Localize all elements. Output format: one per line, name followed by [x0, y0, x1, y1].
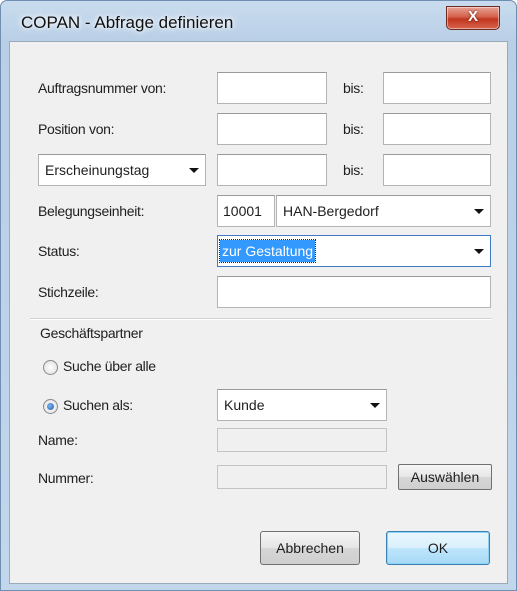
chevron-down-icon	[370, 403, 380, 408]
cancel-button[interactable]: Abbrechen	[260, 531, 360, 565]
auftragsnummer-from-input[interactable]	[217, 72, 327, 104]
partner-number-label: Nummer:	[38, 470, 94, 486]
title-bar[interactable]: COPAN - Abfrage definieren X	[1, 1, 516, 41]
auftragsnummer-to-input[interactable]	[383, 72, 491, 104]
close-button[interactable]: X	[446, 6, 500, 30]
partner-name-input[interactable]	[217, 428, 387, 452]
belegung-select[interactable]: HAN-Bergedorf	[276, 195, 491, 227]
belegung-code-input[interactable]: 10001	[217, 195, 275, 227]
chevron-down-icon	[474, 249, 484, 254]
section-divider	[30, 318, 492, 320]
radio-suchen-als-label[interactable]: Suchen als:	[63, 397, 133, 413]
radio-suche-ueber-alle-label[interactable]: Suche über alle	[63, 358, 156, 374]
window-title: COPAN - Abfrage definieren	[21, 13, 234, 32]
date-type-select[interactable]: Erscheinungstag	[38, 154, 206, 186]
status-label: Status:	[38, 243, 80, 259]
partner-group-title: Geschäftspartner	[40, 325, 143, 341]
auftragsnummer-to-label: bis:	[343, 80, 364, 96]
stichzeile-input[interactable]	[217, 276, 491, 308]
belegung-name-value: HAN-Bergedorf	[283, 203, 379, 219]
ok-button[interactable]: OK	[386, 531, 490, 565]
stichzeile-label: Stichzeile:	[38, 284, 99, 300]
position-label: Position von:	[38, 121, 115, 137]
date-to-input[interactable]	[383, 154, 491, 186]
status-select[interactable]: zur Gestaltung	[217, 235, 491, 267]
date-to-label: bis:	[343, 162, 364, 178]
partner-role-select[interactable]: Kunde	[217, 389, 387, 421]
position-to-input[interactable]	[383, 113, 491, 145]
dialog-body: Auftragsnummer von: bis: Position von: b…	[9, 41, 508, 584]
partner-name-label: Name:	[38, 432, 78, 448]
position-from-input[interactable]	[217, 113, 327, 145]
radio-suchen-als[interactable]	[43, 399, 58, 414]
partner-role-value: Kunde	[224, 397, 265, 413]
auftragsnummer-label: Auftragsnummer von:	[38, 80, 167, 96]
partner-number-input[interactable]	[217, 465, 387, 489]
position-to-label: bis:	[343, 121, 364, 137]
chevron-down-icon	[189, 168, 199, 173]
date-type-value: Erscheinungstag	[45, 162, 150, 178]
chevron-down-icon	[474, 209, 484, 214]
date-from-input[interactable]	[217, 154, 327, 186]
close-icon: X	[467, 8, 478, 25]
radio-suche-ueber-alle[interactable]	[43, 360, 58, 375]
belegung-code-value: 10001	[223, 203, 262, 219]
auswaehlen-button[interactable]: Auswählen	[398, 464, 492, 490]
dialog-window: COPAN - Abfrage definieren X Auftragsnum…	[0, 0, 517, 591]
status-selected-value: zur Gestaltung	[218, 239, 317, 263]
belegung-label: Belegungseinheit:	[38, 203, 145, 219]
